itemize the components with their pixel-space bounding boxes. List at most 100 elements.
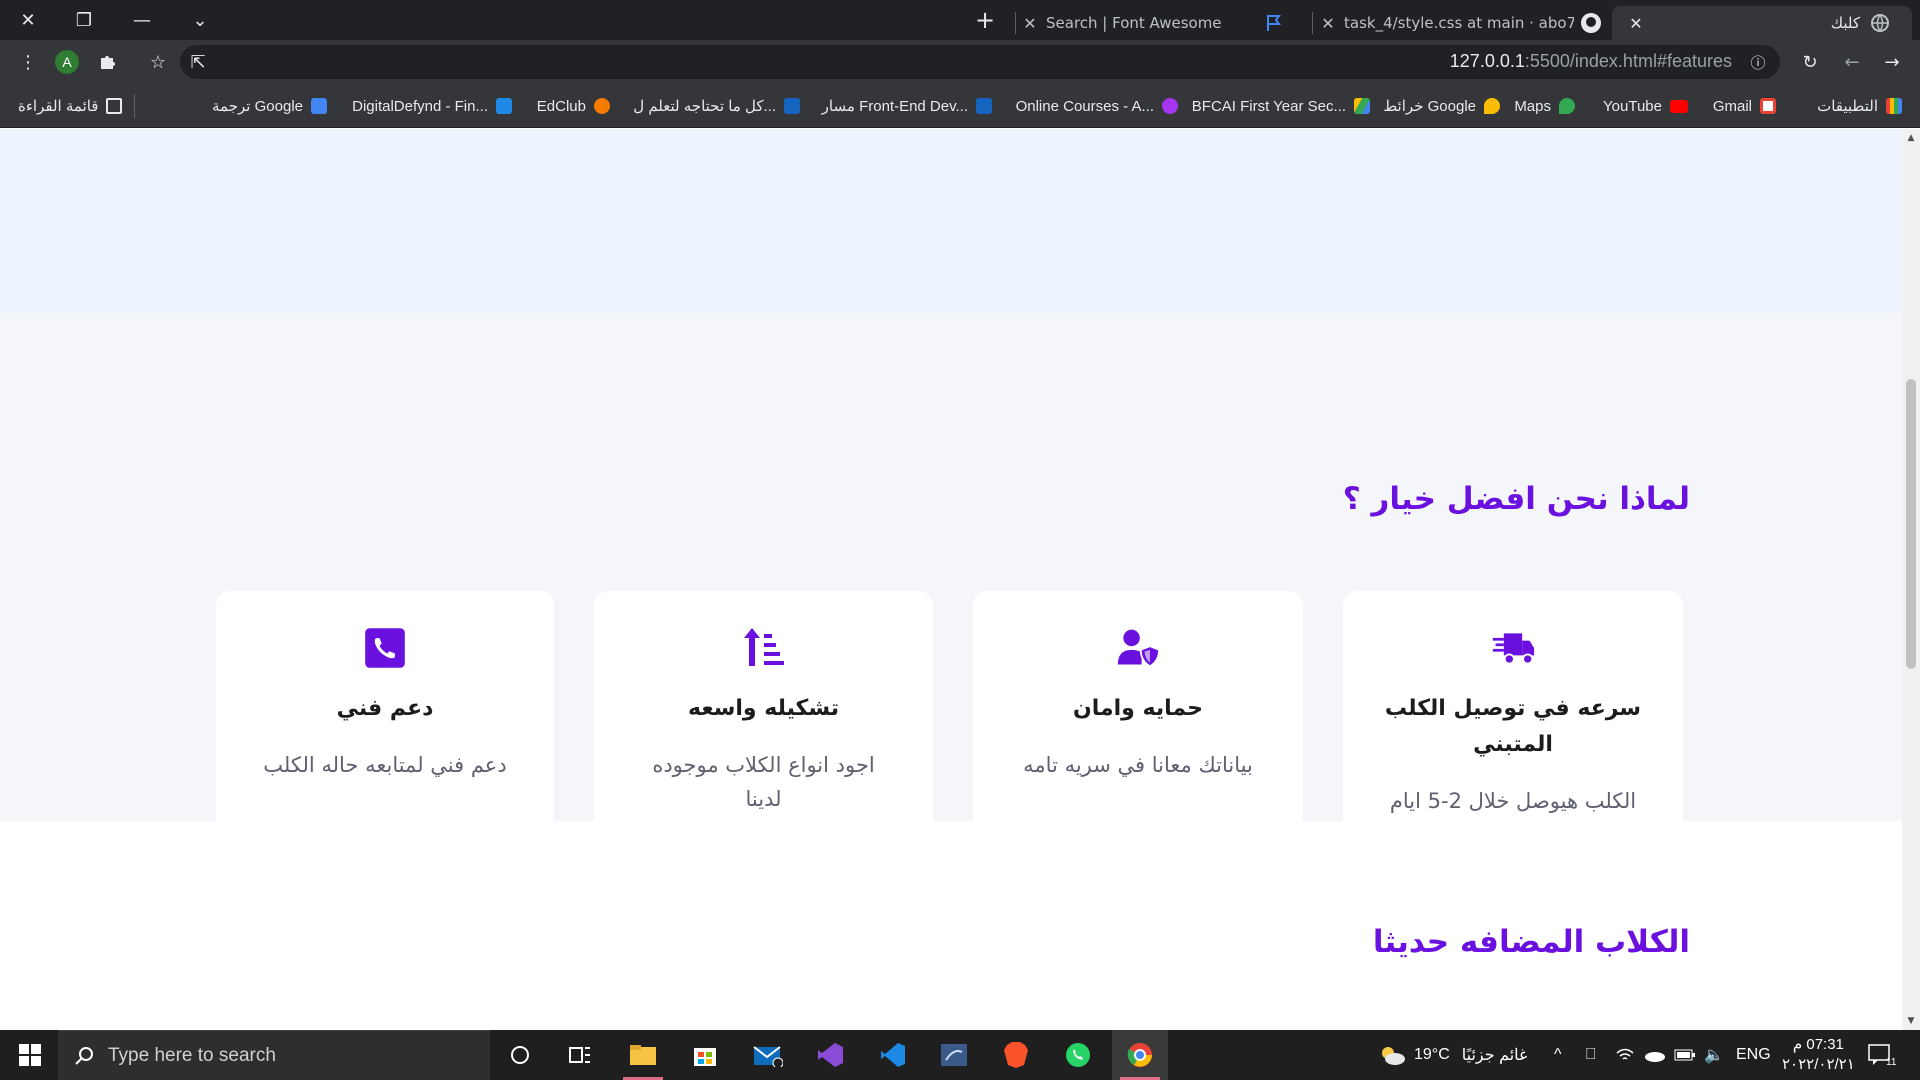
arrow-up-list-icon: [743, 628, 784, 666]
tab-close-icon[interactable]: ✕: [1318, 14, 1338, 33]
bookmark-frontend-path[interactable]: مسار Front-End Dev...: [822, 96, 992, 116]
profile-avatar[interactable]: A: [55, 50, 79, 74]
maps-pin-icon: [1559, 98, 1575, 114]
bookmark-google-maps[interactable]: خرائط Google: [1383, 96, 1500, 116]
url-path: :5500/index.html#features: [1524, 51, 1732, 71]
dd-icon: [496, 98, 512, 114]
chrome-icon[interactable]: [1112, 1030, 1168, 1080]
scrollbar-thumb[interactable]: [1906, 379, 1916, 669]
search-icon: [75, 1047, 93, 1065]
bookmark-digitaldefynd[interactable]: DigitalDefynd - Fin...: [352, 96, 512, 116]
restore-window-button[interactable]: ❐: [62, 0, 106, 40]
meet-now-icon[interactable]: ⎕: [1586, 1030, 1596, 1080]
features-section: لماذا نحن افضل خيار ؟ سرعه في توصيل الكل…: [0, 313, 1902, 887]
bookmark-label: خرائط Google: [1383, 98, 1476, 115]
feature-card-title: دعم فني: [336, 696, 434, 721]
volume-icon[interactable]: 🔈: [1704, 1030, 1724, 1080]
scroll-up-arrow-icon[interactable]: ▲: [1906, 133, 1916, 143]
page-viewport: لماذا نحن افضل خيار ؟ سرعه في توصيل الكل…: [0, 129, 1902, 1030]
features-title: لماذا نحن افضل خيار ؟: [1342, 481, 1690, 517]
bookmark-label: Maps: [1514, 97, 1551, 115]
bookmark-reading-list[interactable]: قائمة القراءة: [18, 96, 123, 116]
github-icon: [1581, 13, 1601, 33]
truck-fast-icon: [1492, 633, 1535, 665]
tab-close-icon[interactable]: ✕: [1626, 14, 1646, 33]
bookmark-translate[interactable]: ترجمة Google: [212, 96, 327, 116]
clock-date: ٢٠٢٢/٠٢/٢١: [1782, 1056, 1855, 1073]
globe-icon: [1871, 14, 1889, 33]
task-view-icon[interactable]: [552, 1030, 608, 1080]
latest-dogs-title: الكلاب المضافه حديثا: [1372, 924, 1690, 960]
new-tab-button[interactable]: +: [963, 0, 1007, 40]
bookmark-apps[interactable]: التطبيقات: [1817, 96, 1902, 116]
clock[interactable]: 07:31 م ٢٠٢٢/٠٢/٢١: [1782, 1030, 1855, 1080]
feature-card-security: حمايه وامان بياناتك معانا في سريه تامه: [973, 591, 1303, 887]
e-logo-icon: [976, 98, 992, 114]
site-info-icon[interactable]: ⓘ: [1744, 48, 1772, 76]
search-placeholder: Type here to search: [108, 1044, 276, 1066]
bookmark-youtube[interactable]: YouTube: [1603, 96, 1688, 116]
url-text[interactable]: 127.0.0.1:5500/index.html#features: [1450, 51, 1732, 72]
bookmark-learn[interactable]: كل ما تحتاجه لتعلم ل...: [633, 96, 800, 116]
maps-pin-icon: [1484, 98, 1500, 114]
sql-server-icon[interactable]: [926, 1030, 982, 1080]
weather-text: غائم جزئيًا: [1461, 1047, 1528, 1064]
battery-icon[interactable]: [1674, 1030, 1696, 1080]
apps-grid-icon: [1886, 98, 1902, 114]
phone-square-icon: [365, 628, 405, 668]
back-arrow-icon[interactable]: →: [1878, 48, 1906, 76]
bookmark-label: EdClub: [536, 97, 586, 115]
whatsapp-icon[interactable]: [1050, 1030, 1106, 1080]
reload-icon[interactable]: ↻: [1796, 48, 1824, 76]
brave-browser-icon[interactable]: [988, 1030, 1044, 1080]
bookmark-label: BFCAI First Year Sec...: [1191, 97, 1346, 115]
bookmark-edclub[interactable]: EdClub: [537, 96, 610, 116]
partly-cloudy-icon: [1382, 1047, 1405, 1065]
bookmark-label: YouTube: [1603, 97, 1662, 115]
bookmark-star-icon[interactable]: ☆: [144, 48, 172, 76]
feature-card-variety: تشكيله واسعه اجود انواع الكلاب موجوده لد…: [594, 591, 933, 887]
show-hidden-icons-chevron-icon[interactable]: ^: [1554, 1030, 1562, 1080]
minimize-window-button[interactable]: —: [120, 0, 164, 40]
share-icon[interactable]: ⇱: [184, 48, 212, 76]
forward-arrow-icon[interactable]: ←: [1838, 48, 1866, 76]
onedrive-cloud-icon[interactable]: [1644, 1030, 1666, 1080]
visual-studio-icon[interactable]: [802, 1030, 858, 1080]
tab-close-icon[interactable]: ✕: [1020, 14, 1040, 33]
feature-card-title: سرعه في توصيل الكلب المتبني: [1384, 696, 1642, 757]
vscode-icon[interactable]: [864, 1030, 920, 1080]
bookmark-label: Gmail: [1712, 97, 1752, 115]
taskbar-search-box[interactable]: Type here to search: [58, 1030, 490, 1080]
bookmark-bfcai[interactable]: BFCAI First Year Sec...: [1192, 96, 1370, 116]
file-explorer-icon[interactable]: [615, 1030, 671, 1080]
tab-font-awesome[interactable]: Search | Font Awesome ✕: [1020, 6, 1290, 40]
user-shield-icon: [1117, 629, 1160, 668]
tab-title: كلبك: [1830, 14, 1860, 32]
close-window-button[interactable]: ✕: [6, 0, 50, 40]
scroll-down-arrow-icon[interactable]: ▼: [1906, 1016, 1916, 1026]
tab-search-chevron-icon[interactable]: ⌄: [178, 0, 222, 40]
bookmark-online-courses[interactable]: Online Courses - A...: [1016, 96, 1178, 116]
microsoft-store-icon[interactable]: [677, 1030, 733, 1080]
address-bar[interactable]: ☆ ⇱ 127.0.0.1:5500/index.html#features ⓘ: [150, 45, 1780, 79]
font-awesome-flag-icon: [1267, 15, 1281, 31]
page-scrollbar[interactable]: ▲ ▼: [1902, 129, 1920, 1030]
gmail-icon: [1760, 98, 1776, 114]
weather-widget[interactable]: 19°C غائم جزئيًا: [1378, 1030, 1527, 1080]
tab-github[interactable]: task_4/style.css at main · abo7ad ✕: [1318, 6, 1608, 40]
windows-taskbar: Type here to search 19°C غائم جزئيًا ^ ⎕…: [0, 1030, 1920, 1080]
extensions-puzzle-icon[interactable]: [94, 48, 122, 76]
bookmark-gmail[interactable]: Gmail: [1713, 96, 1776, 116]
language-indicator[interactable]: ENG: [1736, 1030, 1771, 1080]
browser-titlebar: ✕ ❐ — ⌄ + Search | Font Awesome ✕ task_4…: [0, 0, 1920, 40]
windows-start-button[interactable]: [2, 1030, 58, 1080]
cortana-icon[interactable]: [492, 1030, 548, 1080]
mail-icon[interactable]: [740, 1030, 796, 1080]
hero-section-bottom: [0, 129, 1902, 313]
wifi-icon[interactable]: [1616, 1030, 1634, 1080]
menu-kebab-icon[interactable]: ⋮: [14, 48, 42, 76]
notifications-button[interactable]: 11: [1868, 1030, 1896, 1080]
bookmark-maps[interactable]: Maps: [1514, 96, 1575, 116]
weather-temp: 19°C: [1414, 1046, 1450, 1063]
tab-active-page[interactable]: كلبك ✕: [1612, 6, 1912, 40]
